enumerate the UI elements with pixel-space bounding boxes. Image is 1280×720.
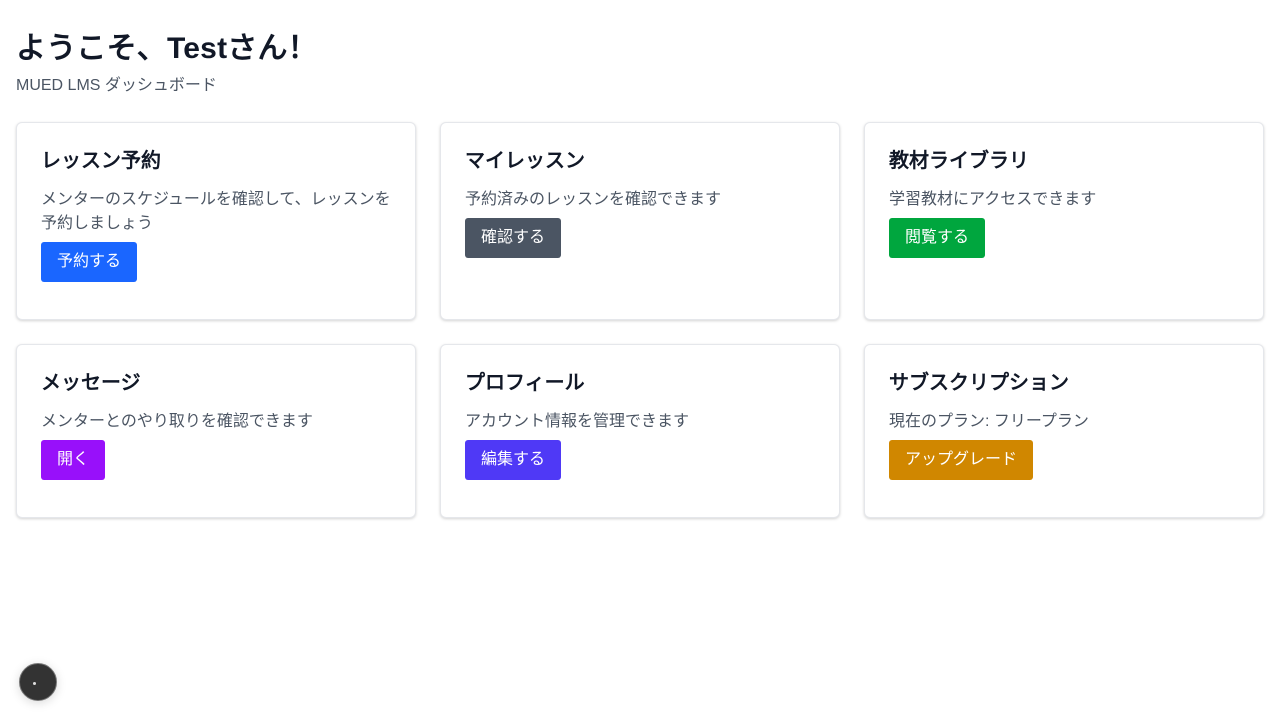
- browse-materials-button[interactable]: 閲覧する: [889, 218, 986, 258]
- card-messages: メッセージ メンターとのやり取りを確認できます 開く: [16, 344, 416, 518]
- card-description: 学習教材にアクセスできます: [889, 191, 1097, 208]
- dashboard-header: ようこそ、Testさん！ MUED LMS ダッシュボード: [16, 30, 1264, 96]
- card-title: サブスクリプション: [889, 372, 1069, 394]
- open-messages-button[interactable]: 開く: [41, 440, 106, 480]
- card-title: プロフィール: [465, 372, 585, 394]
- card-description: 現在のプラン: フリープラン: [889, 413, 1089, 430]
- circle-menu-icon: [33, 682, 36, 685]
- card-description: アカウント情報を管理できます: [465, 413, 690, 430]
- card-title: レッスン予約: [41, 150, 161, 172]
- card-profile: プロフィール アカウント情報を管理できます 編集する: [440, 344, 840, 518]
- page-subtitle: MUED LMS ダッシュボード: [16, 77, 217, 94]
- card-my-lessons: マイレッスン 予約済みのレッスンを確認できます 確認する: [440, 122, 840, 320]
- book-lesson-button[interactable]: 予約する: [41, 242, 138, 282]
- view-lessons-button[interactable]: 確認する: [465, 218, 562, 258]
- card-title: メッセージ: [41, 372, 141, 394]
- card-subscription: サブスクリプション 現在のプラン: フリープラン アップグレード: [864, 344, 1264, 518]
- card-material-library: 教材ライブラリ 学習教材にアクセスできます 閲覧する: [864, 122, 1264, 320]
- floating-action-button[interactable]: [19, 663, 57, 701]
- card-description: メンターとのやり取りを確認できます: [41, 413, 313, 430]
- dashboard-page: ようこそ、Testさん！ MUED LMS ダッシュボード レッスン予約 メンタ…: [0, 0, 1280, 720]
- upgrade-button[interactable]: アップグレード: [889, 440, 1034, 480]
- card-description: メンターのスケジュールを確認して、レッスンを予約しましょう: [41, 191, 391, 232]
- edit-profile-button[interactable]: 編集する: [465, 440, 562, 480]
- card-lesson-booking: レッスン予約 メンターのスケジュールを確認して、レッスンを予約しましょう 予約す…: [16, 122, 416, 320]
- card-description: 予約済みのレッスンを確認できます: [465, 191, 722, 208]
- card-grid: レッスン予約 メンターのスケジュールを確認して、レッスンを予約しましょう 予約す…: [16, 122, 1264, 320]
- card-title: マイレッスン: [465, 150, 585, 172]
- page-title: ようこそ、Testさん！: [16, 32, 318, 65]
- card-grid-row-2: メッセージ メンターとのやり取りを確認できます 開く プロフィール アカウント情…: [16, 344, 1264, 518]
- card-title: 教材ライブラリ: [889, 150, 1029, 172]
